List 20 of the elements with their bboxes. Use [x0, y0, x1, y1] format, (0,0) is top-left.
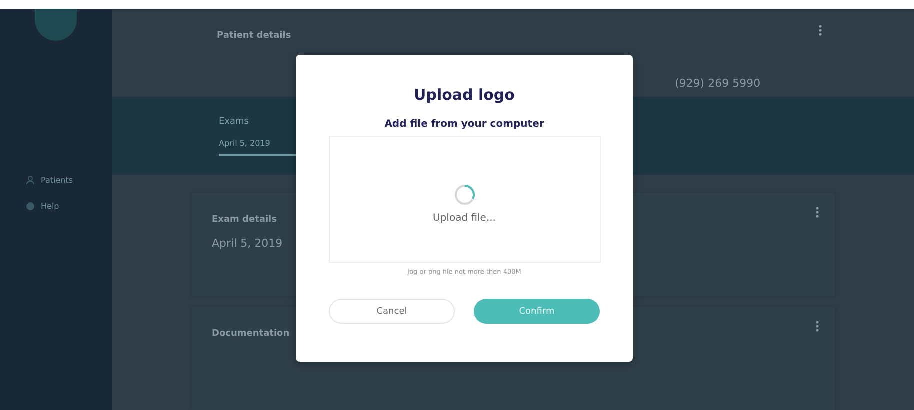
cancel-button[interactable]: Cancel: [329, 299, 455, 324]
help-icon: [26, 202, 35, 210]
nav-item[interactable]: Patients: [26, 167, 74, 193]
dialog-title: Upload logo: [414, 86, 515, 104]
more-icon[interactable]: [819, 25, 822, 36]
drop-zone[interactable]: Upload file...: [328, 136, 600, 263]
nav-item[interactable]: Help: [26, 193, 60, 219]
more-icon[interactable]: [816, 321, 819, 332]
upload-status: Upload file...: [433, 212, 496, 224]
logo-icon: [35, 9, 77, 41]
section-title: Patient details: [217, 31, 292, 41]
card-title: Documentation: [212, 329, 290, 339]
spinner-icon: [454, 184, 476, 206]
dialog-subtitle: Add file from your computer: [384, 119, 544, 130]
more-icon[interactable]: [816, 207, 819, 218]
card-title: Exam details: [212, 215, 277, 225]
exam-date: April 5, 2019: [212, 237, 283, 250]
person-icon: [26, 176, 35, 184]
phone-number: (929) 269 5990: [675, 77, 761, 90]
section-title: Exams: [219, 116, 249, 127]
